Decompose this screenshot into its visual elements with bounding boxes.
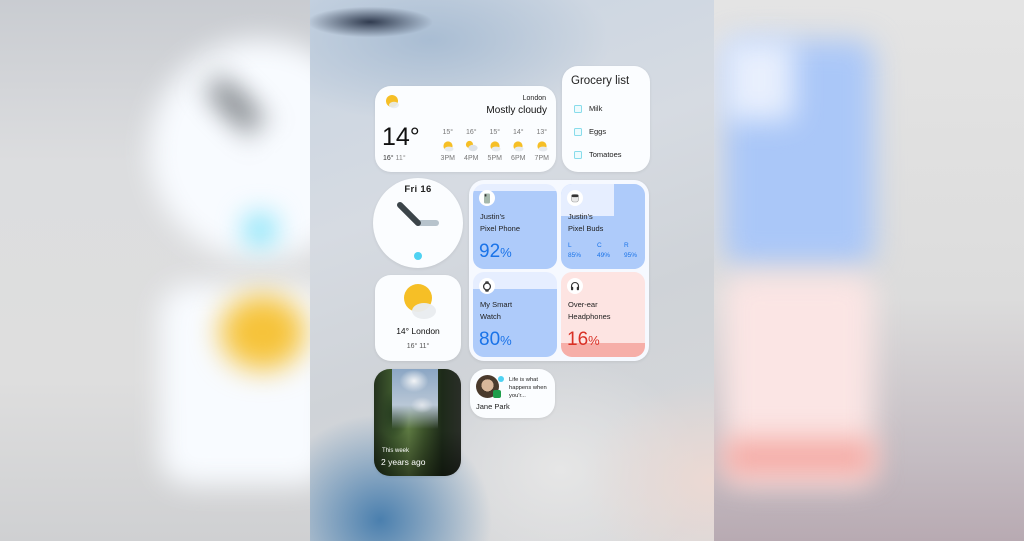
weather-condition: Mostly cloudy	[486, 105, 547, 116]
grocery-item[interactable]: Eggs	[574, 127, 606, 136]
percent-sign: %	[500, 333, 512, 348]
device-name-line: Headphones	[568, 312, 611, 321]
hourly-item: 15° 5PM	[483, 129, 507, 162]
weather-widget-wide[interactable]: London Mostly cloudy 14° 16° 11° 15° 3PM…	[375, 86, 556, 172]
device-name-line: Pixel Phone	[480, 224, 521, 233]
hourly-item: 14° 6PM	[507, 129, 531, 162]
bud-side-label: C	[597, 242, 602, 249]
bud-side-label: L	[568, 242, 572, 249]
battery-value: 80	[479, 329, 501, 350]
grocery-item-label: Tomatoes	[589, 150, 622, 159]
bud-percent: 95%	[624, 252, 638, 259]
bud-percent: 85%	[568, 252, 582, 259]
hourly-temp: 13°	[536, 129, 548, 136]
device-name-line: Pixel Buds	[568, 224, 604, 233]
device-name-line: My Smart	[480, 300, 513, 309]
hourly-forecast: 15° 3PM 16° 4PM 15° 5PM 14° 6PM 13° 7PM	[436, 129, 554, 162]
clock-indicator-dot	[414, 252, 422, 260]
grocery-item[interactable]: Milk	[574, 104, 602, 113]
battery-value: 16	[567, 329, 589, 350]
hourly-item: 16° 4PM	[460, 129, 484, 162]
weather-location: London	[522, 95, 546, 102]
bud-battery-case: C 49%	[597, 241, 610, 261]
current-temperature: 14°	[382, 123, 420, 151]
battery-tile-watch[interactable]: My Smart Watch 80%	[473, 272, 557, 357]
checkbox[interactable]	[574, 150, 582, 159]
hourly-item: 13° 7PM	[530, 129, 554, 162]
partly-sunny-icon	[537, 141, 548, 152]
bud-battery-left: L 85%	[568, 241, 581, 261]
battery-percentage: 92%	[479, 241, 512, 263]
weather-high-low: 16° 11°	[406, 343, 430, 350]
watch-icon	[482, 280, 492, 292]
phone-icon	[484, 193, 490, 203]
photo-caption-small: This week	[382, 448, 410, 454]
device-name: Justin's Pixel Phone	[480, 211, 520, 235]
hourly-time: 5PM	[487, 155, 502, 162]
bud-percent: 49%	[597, 252, 611, 259]
device-name-line: Justin's	[568, 212, 593, 221]
hourly-time: 6PM	[511, 155, 526, 162]
analog-clock-widget[interactable]: Fri 16	[373, 178, 463, 268]
hourly-item: 15° 3PM	[436, 129, 460, 162]
photo-image	[392, 369, 438, 429]
device-name: Justin's Pixel Buds	[568, 211, 603, 235]
hourly-temp: 14°	[512, 129, 524, 136]
online-status-dot	[498, 376, 504, 382]
weather-summary: 14° London	[396, 326, 440, 336]
bud-battery-right: R 95%	[624, 241, 637, 261]
low-temp: 11°	[395, 155, 406, 162]
grocery-item-label: Milk	[589, 104, 603, 113]
messages-app-icon	[493, 390, 501, 398]
hourly-time: 7PM	[534, 155, 549, 162]
battery-tile-headphones[interactable]: Over-ear Headphones 16%	[561, 272, 645, 357]
partly-cloudy-icon	[404, 284, 436, 319]
battery-percentage: 16%	[567, 329, 600, 351]
headphones-icon	[570, 281, 580, 291]
high-low-temperature: 16° 11°	[383, 155, 406, 162]
photo-memories-widget[interactable]: This week 2 years ago	[374, 369, 461, 476]
high-temp: 16°	[383, 155, 394, 162]
bud-side-label: R	[624, 242, 629, 249]
device-name: My Smart Watch	[480, 299, 512, 323]
partly-sunny-icon	[490, 141, 501, 152]
hourly-temp: 15°	[442, 129, 454, 136]
device-name: Over-ear Headphones	[568, 299, 611, 323]
photo-caption-large: 2 years ago	[381, 457, 426, 467]
battery-tile-earbuds[interactable]: Justin's Pixel Buds L 85% C 49% R 95%	[561, 184, 645, 269]
battery-percentage: 80%	[479, 329, 512, 351]
checkbox[interactable]	[574, 127, 582, 136]
percent-sign: %	[588, 333, 600, 348]
earbuds-case-icon	[571, 194, 579, 203]
home-screen: London Mostly cloudy 14° 16° 11° 15° 3PM…	[310, 0, 714, 541]
device-name-line: Over-ear	[568, 300, 598, 309]
device-name-line: Justin's	[480, 212, 505, 221]
grocery-item[interactable]: Tomatoes	[574, 150, 622, 159]
hourly-temp: 16°	[465, 129, 477, 136]
battery-widget[interactable]: Justin's Pixel Phone 92% Justin's Pixel …	[469, 180, 649, 361]
partly-sunny-icon	[443, 141, 454, 152]
hourly-temp: 15°	[489, 129, 501, 136]
battery-value: 92	[479, 241, 501, 262]
device-name-line: Watch	[480, 312, 501, 321]
last-message-preview: Life is what happens when you'r...	[509, 377, 547, 399]
conversation-widget[interactable]: Life is what happens when you'r... Jane …	[470, 369, 555, 418]
partly-sunny-icon	[513, 141, 524, 152]
grocery-item-label: Eggs	[589, 127, 607, 136]
checkbox[interactable]	[574, 104, 582, 113]
weather-widget-small[interactable]: 14° London 16° 11°	[375, 275, 461, 361]
hourly-time: 4PM	[464, 155, 479, 162]
blurred-left-panel	[0, 0, 310, 541]
grocery-list-title: Grocery list	[571, 75, 630, 87]
grocery-list-widget[interactable]: Grocery list Milk Eggs Tomatoes	[562, 66, 650, 172]
hourly-time: 3PM	[440, 155, 455, 162]
battery-tile-phone[interactable]: Justin's Pixel Phone 92%	[473, 184, 557, 269]
sun-behind-cloud-icon	[465, 140, 478, 152]
partly-cloudy-icon	[386, 95, 399, 109]
percent-sign: %	[500, 245, 512, 260]
blurred-right-panel	[714, 0, 1024, 541]
contact-name: Jane Park	[476, 402, 510, 411]
